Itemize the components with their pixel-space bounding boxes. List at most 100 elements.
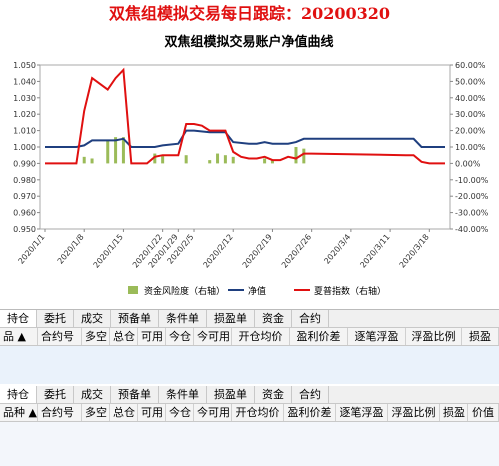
risk-bar [82,156,86,164]
column-header[interactable]: 可用 [138,404,166,421]
tab-bar-1: 持仓 委托 成交 预备单 条件单 损盈单 资金 合约 [0,310,499,328]
y-right-tick-label: 60.00% [455,61,486,70]
column-header[interactable]: 开仓均价 [232,328,290,345]
risk-bar [216,153,220,164]
tab-4[interactable]: 预备单 [111,310,159,327]
y-right-tick-label: -10.00% [455,176,489,185]
y-right-tick-label: 10.00% [455,143,486,152]
x-tick-label: 2020/3/4 [322,233,352,266]
column-header[interactable]: 损盈 [440,404,468,421]
legend-label: 净值 [248,285,266,297]
y-right-tick-label: -20.00% [455,192,489,201]
chart-panel: 双焦组模拟交易账户净值曲线 1.050 1.040 1.030 1.020 1.010 1… [0,28,499,310]
y-left-tick-label: 1.050 [13,61,36,70]
y-left-tick-label: 0.950 [13,225,36,234]
y-left-tick-label: 1.030 [13,94,36,103]
tab-8[interactable]: 合约 [292,310,329,327]
tab-7[interactable]: 资金 [255,386,292,403]
tab-1[interactable]: 持仓 [0,386,37,403]
risk-bar [302,148,306,164]
column-header[interactable]: 品 ▲ [0,328,38,345]
y-right-tick-label: -30.00% [455,209,489,218]
y-right-tick-label: 20.00% [455,127,486,136]
chart-title: 双焦组模拟交易账户净值曲线 [164,34,333,50]
column-header[interactable]: 逐笔浮盈 [336,404,388,421]
tab-6[interactable]: 损盈单 [207,310,255,327]
column-header[interactable]: 今可用 [194,328,232,345]
legend: 资金风险度（右轴） 净值 夏普指数（右轴） [128,285,386,297]
risk-bar [184,155,188,164]
y-left-tick-label: 0.980 [13,176,36,185]
nav-chart: 双焦组模拟交易账户净值曲线 1.050 1.040 1.030 1.020 1.010 1… [13,34,489,297]
y-right-tick-label: 0.00% [455,159,481,168]
legend-swatch [128,286,138,294]
tab-bar-2: 持仓 委托 成交 预备单 条件单 损盈单 资金 合约 [0,386,499,404]
table-header-2: 品种 ▲ 合约号 多空 总仓 可用 今仓 今可用 开仓均价 盈利价差 逐笔浮盈 浮盈比例 损盈 价值 [0,404,499,422]
column-header[interactable]: 多空 [82,328,110,345]
risk-bar [231,156,235,164]
x-tick-label: 2020/1/15 [92,233,125,270]
column-header[interactable]: 价值 [468,404,499,421]
tab-2[interactable]: 委托 [37,386,74,403]
tab-1[interactable]: 持仓 [0,310,37,327]
column-header[interactable]: 总仓 [110,404,138,421]
column-header[interactable]: 今仓 [166,328,194,345]
column-header[interactable]: 合约号 [38,328,82,345]
y-left-tick-label: 0.970 [13,192,36,201]
y-left-tick-label: 1.040 [13,77,36,86]
tab-8[interactable]: 合约 [292,386,329,403]
column-header[interactable]: 损盈 [462,328,499,345]
x-tick-label: 2020/2/19 [241,233,274,270]
y-right-tick-label: 50.00% [455,77,486,86]
risk-bar [161,155,165,164]
column-header[interactable]: 今可用 [194,404,232,421]
table-body-2[interactable] [0,422,499,466]
table-header-1: 品 ▲ 合约号 多空 总仓 可用 今仓 今可用 开仓均价 盈利价差 逐笔浮盈 浮盈比例 损盈 [0,328,499,346]
column-header[interactable]: 浮盈比例 [406,328,462,345]
risk-bar [223,155,227,164]
tab-7[interactable]: 资金 [255,310,292,327]
risk-bar [263,158,267,164]
column-header[interactable]: 总仓 [110,328,138,345]
y-right-tick-label: -40.00% [455,225,489,234]
y-left-tick-label: 1.020 [13,110,36,119]
column-header[interactable]: 浮盈比例 [388,404,440,421]
column-header[interactable]: 开仓均价 [232,404,284,421]
legend-label: 资金风险度（右轴） [144,285,225,297]
y-left-tick-label: 1.010 [13,127,36,136]
x-tick-label: 2020/2/26 [280,233,313,270]
x-tick-label: 2020/3/11 [358,233,391,270]
risk-bar [208,160,212,164]
tab-2[interactable]: 委托 [37,310,74,327]
tab-6[interactable]: 损盈单 [207,386,255,403]
y-left-tick-label: 1.000 [13,143,36,152]
tab-5[interactable]: 条件单 [159,310,207,327]
positions-panel-1: 持仓 委托 成交 预备单 条件单 损盈单 资金 合约 品 ▲ 合约号 多空 总仓 可用 今仓 今可用 开仓均… [0,310,499,384]
x-tick-label: 2020/1/1 [17,233,47,266]
column-header[interactable]: 可用 [138,328,166,345]
table-body-1[interactable] [0,346,499,384]
plot-area [39,64,451,230]
tab-4[interactable]: 预备单 [111,386,159,403]
tab-3[interactable]: 成交 [74,310,111,327]
y-left-tick-label: 0.960 [13,209,36,218]
column-header[interactable]: 多空 [82,404,110,421]
x-tick-label: 2020/2/12 [201,233,234,270]
column-header[interactable]: 合约号 [38,404,82,421]
y-left-tick-label: 0.990 [13,159,36,168]
column-header[interactable]: 盈利价差 [290,328,348,345]
tab-3[interactable]: 成交 [74,386,111,403]
x-tick-label: 2020/3/18 [398,233,431,270]
tab-5[interactable]: 条件单 [159,386,207,403]
risk-bar [294,147,298,164]
legend-label: 夏普指数（右轴） [314,285,386,297]
column-header[interactable]: 品种 ▲ [0,404,38,421]
risk-bar [106,140,110,164]
column-header[interactable]: 今仓 [166,404,194,421]
column-header[interactable]: 盈利价差 [284,404,336,421]
risk-bar [90,158,94,164]
y-right-tick-label: 40.00% [455,94,486,103]
positions-panel-2: 持仓 委托 成交 预备单 条件单 损盈单 资金 合约 品种 ▲ 合约号 多空 总仓 可用 今仓 今可用 开仓… [0,386,499,466]
column-header[interactable]: 逐笔浮盈 [348,328,406,345]
banner-title: 双焦组模拟交易每日跟踪：20200320 [108,4,391,23]
